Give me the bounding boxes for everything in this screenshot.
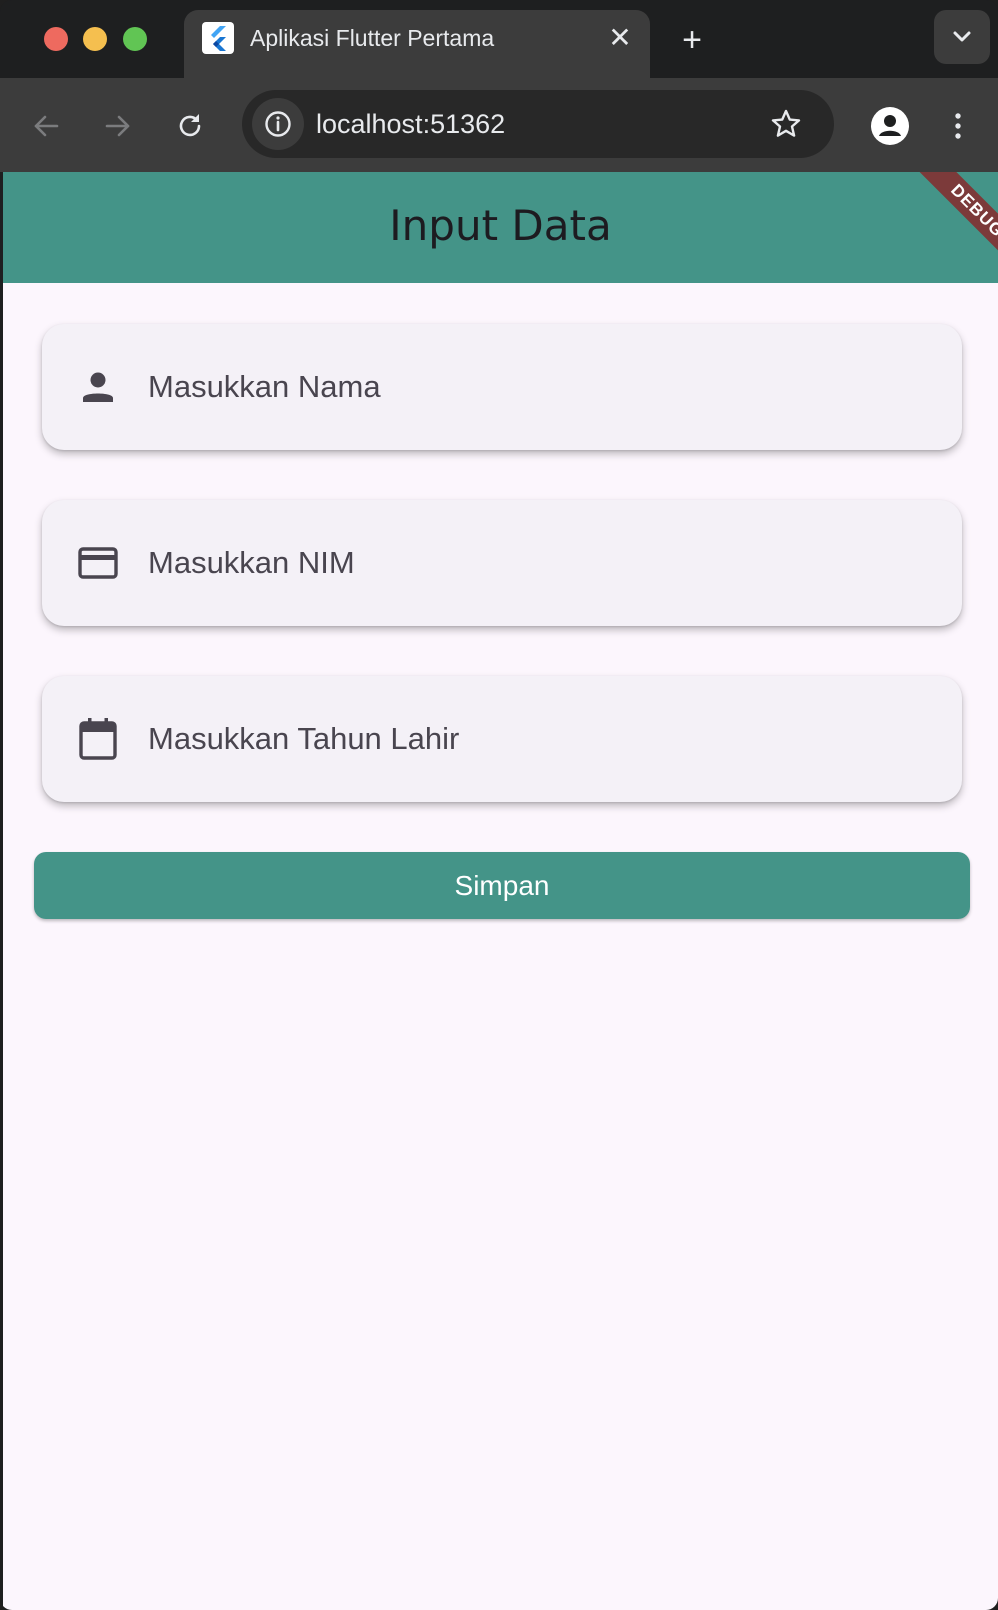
profile-button[interactable] <box>862 98 918 154</box>
save-button[interactable]: Simpan <box>34 852 970 919</box>
new-tab-button[interactable]: + <box>672 20 712 60</box>
address-bar[interactable]: localhost:51362 <box>242 90 834 158</box>
nim-field[interactable] <box>42 500 962 626</box>
page-title: Input Data <box>389 201 612 250</box>
tab-title: Aplikasi Flutter Pertama <box>250 25 495 51</box>
nim-input[interactable] <box>146 500 936 626</box>
info-icon <box>265 111 291 137</box>
calendar-icon <box>76 717 120 761</box>
browser-tab[interactable]: Aplikasi Flutter Pertama ✕ <box>184 10 650 78</box>
maximize-window-button[interactable] <box>123 27 147 51</box>
app-bar: Input Data <box>3 172 998 283</box>
reload-button[interactable] <box>166 102 214 150</box>
credit-card-icon <box>76 541 120 585</box>
browser-toolbar: localhost:51362 <box>0 78 998 172</box>
reload-icon <box>179 114 201 137</box>
site-info-button[interactable] <box>252 98 304 150</box>
close-window-button[interactable] <box>44 27 68 51</box>
tab-search-button[interactable] <box>934 10 990 64</box>
bookmark-button[interactable] <box>762 100 810 148</box>
name-input[interactable] <box>146 324 936 450</box>
profile-icon <box>871 107 909 145</box>
browser-menu-button[interactable] <box>934 102 982 150</box>
app-page: Input Data DEBUG Masukkan Nama Masukkan … <box>3 172 998 1610</box>
birth-year-input[interactable] <box>146 676 936 802</box>
browser-window: Aplikasi Flutter Pertama ✕ + localhost:5… <box>0 0 998 1610</box>
forward-arrow-icon <box>105 115 130 137</box>
chevron-down-icon <box>953 31 971 42</box>
birth-year-field[interactable] <box>42 676 962 802</box>
tab-close-icon[interactable]: ✕ <box>604 22 636 54</box>
back-button[interactable] <box>22 102 70 150</box>
tab-strip: Aplikasi Flutter Pertama ✕ + <box>0 0 998 78</box>
forward-button[interactable] <box>94 102 142 150</box>
flutter-logo-icon <box>202 22 234 54</box>
star-icon <box>771 109 801 137</box>
person-icon <box>76 365 120 409</box>
url-text: localhost:51362 <box>316 109 506 139</box>
name-field[interactable] <box>42 324 962 450</box>
minimize-window-button[interactable] <box>83 27 107 51</box>
back-arrow-icon <box>34 115 59 137</box>
more-vert-icon <box>955 113 961 139</box>
